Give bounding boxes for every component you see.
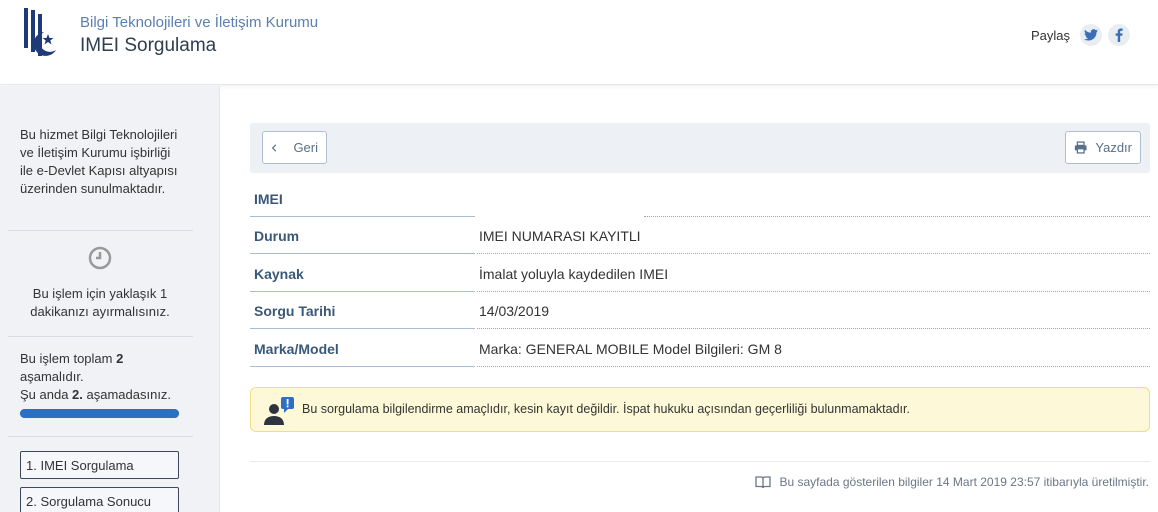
steps-text: aşamalıdır.	[20, 369, 84, 384]
result-row-imei: IMEI	[250, 181, 1150, 217]
row-divider	[250, 366, 475, 367]
row-divider	[250, 291, 475, 292]
sidebar-divider	[8, 336, 193, 337]
row-value: IMEI NUMARASI KAYITLI	[479, 228, 641, 244]
share-label: Paylaş	[1030, 27, 1070, 43]
org-name: Bilgi Teknolojileri ve İletişim Kurumu	[80, 14, 319, 31]
row-label: Sorgu Tarihi	[254, 303, 336, 319]
btk-logo-icon[interactable]	[22, 6, 60, 66]
row-divider	[477, 291, 1150, 292]
result-row-durum: Durum IMEI NUMARASI KAYITLI	[250, 218, 1150, 254]
row-divider	[250, 328, 475, 329]
row-divider	[250, 253, 475, 254]
user-alert-icon	[264, 397, 294, 425]
row-divider	[477, 253, 1150, 254]
sidebar-divider	[8, 230, 193, 231]
book-icon	[755, 475, 772, 488]
row-divider	[477, 366, 1150, 367]
result-toolbar: Geri Yazdır	[250, 123, 1150, 173]
row-label: Kaynak	[254, 266, 304, 282]
chevron-left-icon	[271, 143, 277, 152]
clock-icon	[88, 246, 112, 270]
step-progress-bar	[20, 409, 179, 418]
sidebar: Bu hizmet Bilgi Teknolojileri ve İletişi…	[0, 86, 220, 512]
steps-text: aşamadasınız.	[82, 387, 172, 402]
row-label: Durum	[254, 228, 300, 244]
footer-note: Bu sayfada gösterilen bilgiler 14 Mart 2…	[755, 475, 1149, 489]
print-label: Yazdır	[1095, 140, 1132, 155]
step-imei-sorgulama[interactable]: 1. IMEI Sorgulama	[20, 451, 179, 479]
steps-total: 2	[116, 351, 124, 366]
row-label: IMEI	[254, 191, 283, 207]
row-divider	[250, 216, 475, 217]
footer-note-text: Bu sayfada gösterilen bilgiler 14 Mart 2…	[779, 475, 1149, 489]
result-row-kaynak: Kaynak İmalat yoluyla kaydedilen IMEI	[250, 256, 1150, 292]
facebook-icon[interactable]	[1108, 24, 1130, 46]
print-button[interactable]: Yazdır	[1065, 131, 1141, 164]
row-value: 14/03/2019	[479, 303, 550, 319]
step-progress-fill	[20, 409, 179, 418]
row-value: İmalat yoluyla kaydedilen IMEI	[479, 266, 669, 282]
info-notice: Bu sorgulama bilgilendirme amaçlıdır, ke…	[250, 387, 1150, 432]
footer-divider	[250, 461, 1150, 462]
printer-icon	[1074, 141, 1087, 154]
sidebar-intro: Bu hizmet Bilgi Teknolojileri ve İletişi…	[20, 127, 178, 196]
step-sorgulama-sonucu[interactable]: 2. Sorgulama Sonucu	[20, 487, 179, 512]
back-label: Geri	[293, 140, 318, 155]
sidebar-divider	[8, 436, 193, 437]
row-label: Marka/Model	[254, 341, 339, 357]
page-header: Bilgi Teknolojileri ve İletişim Kurumu I…	[0, 0, 1158, 85]
result-row-marka-model: Marka/Model Marka: GENERAL MOBILE Model …	[250, 331, 1150, 367]
sidebar-time-estimate: Bu işlem için yaklaşık 1 dakikanızı ayır…	[30, 286, 170, 319]
twitter-icon[interactable]	[1080, 24, 1102, 46]
steps-current: 2.	[72, 387, 83, 402]
notice-text: Bu sorgulama bilgilendirme amaçlıdır, ke…	[302, 402, 910, 416]
row-divider	[644, 216, 1150, 217]
share-bar: Paylaş	[1031, 24, 1130, 46]
steps-text: Şu anda	[20, 387, 73, 402]
sidebar-step-info: Bu işlem toplam 2 aşamalıdır. Şu anda 2.…	[20, 350, 190, 404]
back-button[interactable]: Geri	[262, 131, 327, 164]
page-title: IMEI Sorgulama	[80, 35, 217, 56]
result-row-sorgu-tarihi: Sorgu Tarihi 14/03/2019	[250, 293, 1150, 329]
row-value: Marka: GENERAL MOBILE Model Bilgileri: G…	[479, 341, 782, 357]
steps-text: Bu işlem toplam	[20, 351, 117, 366]
row-divider	[477, 328, 1150, 329]
